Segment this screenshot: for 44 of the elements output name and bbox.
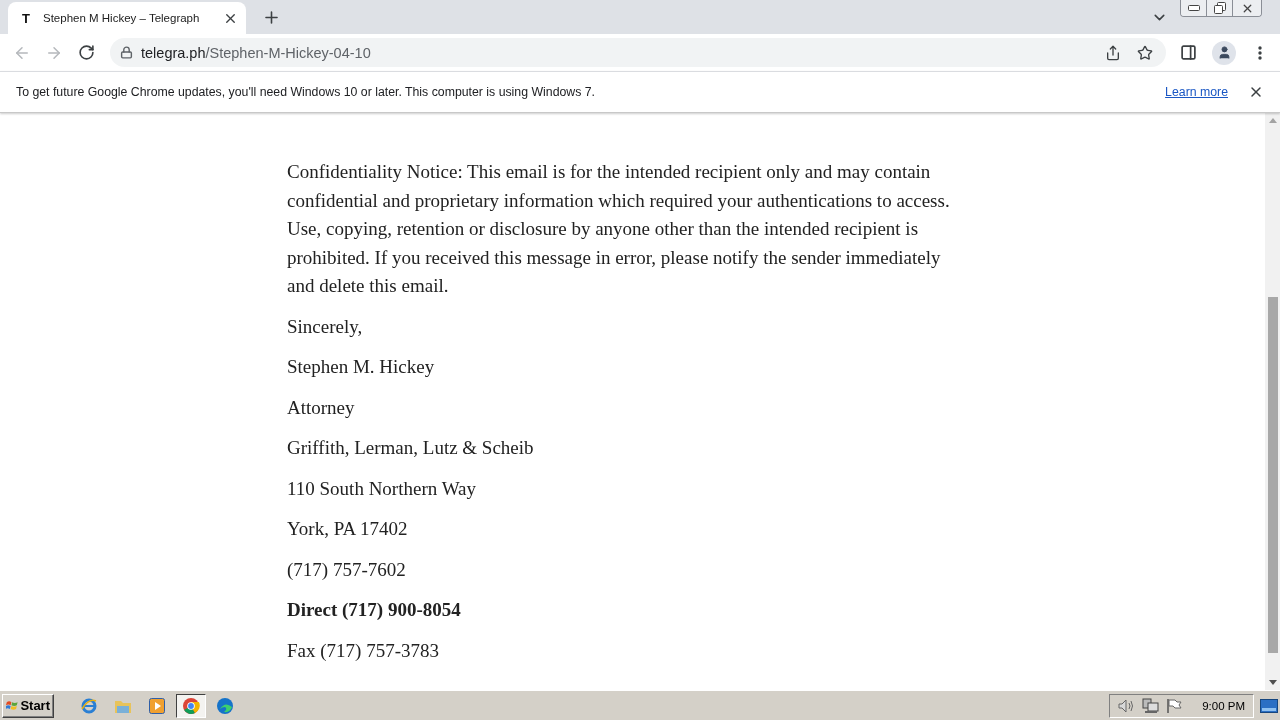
article-paragraph: Direct (717) 900-8054: [287, 598, 462, 622]
tab-favicon: T: [22, 10, 31, 26]
tab-title: Stephen M Hickey – Telegraph: [43, 12, 201, 24]
browser-tab[interactable]: T Stephen M Hickey – Telegraph: [8, 2, 246, 34]
taskbar-app-button[interactable]: [176, 693, 206, 718]
star-icon: [1137, 44, 1153, 61]
close-window-button[interactable]: [1233, 0, 1261, 16]
network-icon: [1142, 697, 1161, 714]
address-bar[interactable]: telegra.ph/Stephen-M-Hickey-04-10: [110, 38, 1166, 67]
restore-button[interactable]: [1207, 0, 1233, 16]
article-paragraph: Griffith, Lerman, Lutz & Scheib: [287, 436, 535, 460]
chrome-logo-icon: [182, 696, 200, 715]
learn-more-link[interactable]: Learn more: [1165, 85, 1228, 99]
start-button[interactable]: Start: [2, 693, 54, 718]
scrollbar-track[interactable]: [1265, 113, 1280, 690]
infobar-message: To get future Google Chrome updates, you'll need Windows 10 or later. This computer is using Windows 7.: [16, 85, 596, 99]
kebab-menu-icon: [1258, 45, 1262, 60]
share-icon: [1105, 44, 1121, 61]
side-panel-icon: [1179, 44, 1197, 61]
media-player-icon: [149, 697, 165, 714]
article-paragraph: 110 South Northern Way: [287, 476, 477, 501]
article-paragraph: (717) 757-7602: [287, 557, 407, 582]
article-paragraph: York, PA 17402: [287, 517, 409, 541]
article-paragraph: Stephen M. Hickey: [287, 355, 436, 379]
article-paragraph: Sincerely,: [287, 314, 364, 339]
flag-icon: [1166, 697, 1183, 714]
browser-e-icon: [80, 696, 98, 715]
scrollbar-thumb[interactable]: [1267, 297, 1278, 653]
close-icon: [1248, 84, 1264, 100]
clock: 9:00 PM: [1202, 699, 1245, 712]
article-paragraph: Fax (717) 757-3783: [287, 638, 440, 663]
reload-icon: [77, 44, 95, 61]
person-icon: [1212, 40, 1236, 65]
desktop-icon[interactable]: [1260, 698, 1278, 713]
article-paragraph: Confidentiality Notice: This email is for the intended recipient only and may contain confidential and proprietary information which required your authentications to access. Use, copying, retention or disclosure by anyone other than the intended recipient is prohibited. If you received this message in error, please notify the sender immediately and delete this email.: [287, 160, 951, 298]
restore-icon: [1213, 2, 1226, 14]
edge-logo-icon: [216, 696, 234, 715]
article-paragraph: Attorney: [287, 395, 356, 420]
windows-flag-icon: [6, 698, 19, 713]
minimize-icon: [1187, 5, 1200, 11]
scroll-down-icon[interactable]: [1268, 680, 1277, 685]
lock-icon: [120, 46, 133, 59]
minimize-button[interactable]: [1181, 0, 1207, 16]
url-text: telegra.ph/Stephen-M-Hickey-04-10: [141, 44, 372, 61]
